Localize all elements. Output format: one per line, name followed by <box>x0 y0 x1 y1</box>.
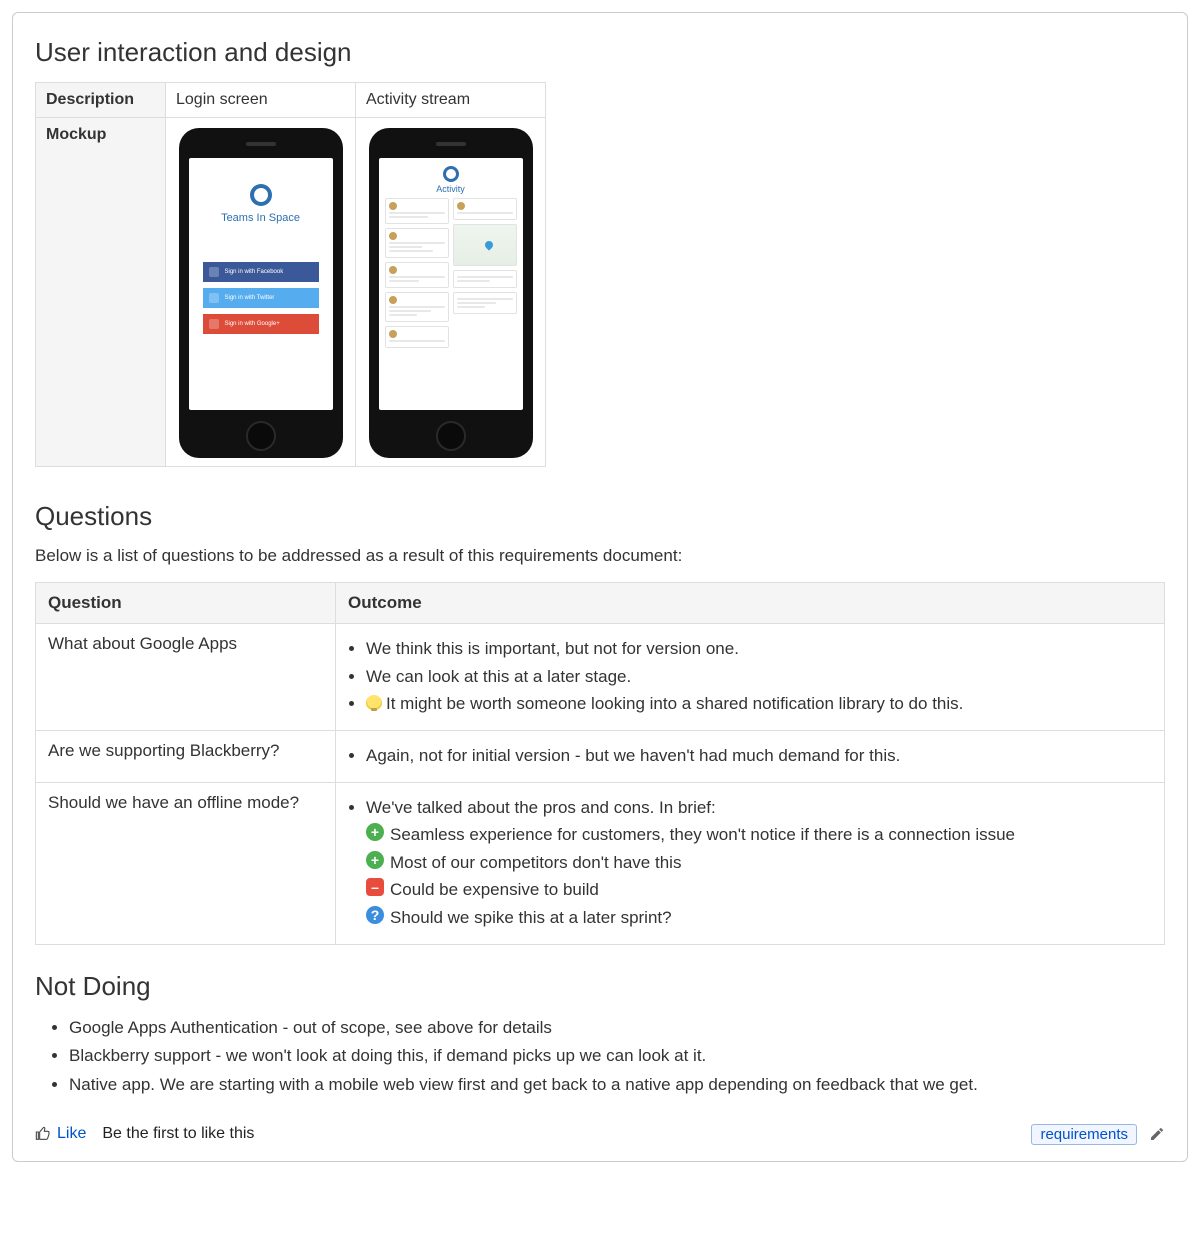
login-twitter-button: Sign in with Twitter <box>203 288 319 308</box>
outcome-item: Again, not for initial version - but we … <box>366 744 1152 769</box>
activity-title: Activity <box>385 184 517 194</box>
outcome-cell: We've talked about the pros and cons. In… <box>336 782 1165 944</box>
outcome-subitem: +Most of our competitors don't have this <box>366 851 1152 876</box>
outcome-item: We think this is important, but not for … <box>366 637 1152 662</box>
notdoing-item: Blackberry support - we won't look at do… <box>69 1044 1165 1069</box>
q-header-question: Question <box>36 583 336 624</box>
page-panel: User interaction and design Description … <box>12 12 1188 1162</box>
table-row: Should we have an offline mode?We've tal… <box>36 782 1165 944</box>
heading-questions: Questions <box>35 501 1165 532</box>
outcome-subitem: ?Should we spike this at a later sprint? <box>366 906 1152 931</box>
login-facebook-button: Sign in with Facebook <box>203 262 319 282</box>
outcome-subitem: –Could be expensive to build <box>366 878 1152 903</box>
mockup-table: Description Login screen Activity stream… <box>35 82 546 467</box>
phone-mock-login: Teams In Space Sign in with Facebook Sig… <box>179 128 343 458</box>
notdoing-item: Native app. We are starting with a mobil… <box>69 1073 1165 1098</box>
row-label-description: Description <box>36 83 166 118</box>
phone-mock-activity: Activity <box>369 128 533 458</box>
tag-requirements[interactable]: requirements <box>1031 1124 1137 1145</box>
like-link[interactable]: Like <box>57 1125 86 1143</box>
outcome-cell: Again, not for initial version - but we … <box>336 730 1165 782</box>
map-thumbnail <box>453 224 517 266</box>
plus-icon: + <box>366 823 384 841</box>
outcome-item: We can look at this at a later stage. <box>366 665 1152 690</box>
minus-icon: – <box>366 878 384 896</box>
heading-ui: User interaction and design <box>35 37 1165 68</box>
questions-table: Question Outcome What about Google AppsW… <box>35 582 1165 945</box>
lightbulb-icon <box>366 695 382 711</box>
page-footer: Like Be the first to like this requireme… <box>35 1124 1165 1145</box>
plus-icon: + <box>366 851 384 869</box>
app-brand: Teams In Space <box>221 212 300 224</box>
outcome-subitem: +Seamless experience for customers, they… <box>366 823 1152 848</box>
table-row: What about Google Apps We think this is i… <box>36 624 1165 731</box>
notdoing-item: Google Apps Authentication - out of scop… <box>69 1016 1165 1041</box>
notdoing-list: Google Apps Authentication - out of scop… <box>69 1016 1165 1098</box>
col-title-1: Activity stream <box>356 83 546 118</box>
questions-lead: Below is a list of questions to be addre… <box>35 546 1165 566</box>
login-google-button: Sign in with Google+ <box>203 314 319 334</box>
thumbs-up-icon <box>35 1126 51 1142</box>
table-row: Are we supporting Blackberry? Again, not … <box>36 730 1165 782</box>
question-cell: What about Google Apps <box>36 624 336 731</box>
row-label-mockup: Mockup <box>36 118 166 467</box>
mockup-login: Teams In Space Sign in with Facebook Sig… <box>166 118 356 467</box>
outcome-item: We've talked about the pros and cons. In… <box>366 796 1152 931</box>
question-cell: Should we have an offline mode? <box>36 782 336 944</box>
edit-labels-icon[interactable] <box>1149 1126 1165 1142</box>
outcome-item: It might be worth someone looking into a… <box>366 692 1152 717</box>
app-logo-icon <box>443 166 459 182</box>
col-title-0: Login screen <box>166 83 356 118</box>
question-cell: Are we supporting Blackberry? <box>36 730 336 782</box>
heading-notdoing: Not Doing <box>35 971 1165 1002</box>
outcome-cell: We think this is important, but not for … <box>336 624 1165 731</box>
question-icon: ? <box>366 906 384 924</box>
like-hint: Be the first to like this <box>102 1125 254 1143</box>
mockup-activity: Activity <box>356 118 546 467</box>
app-logo-icon <box>250 184 272 206</box>
q-header-outcome: Outcome <box>336 583 1165 624</box>
